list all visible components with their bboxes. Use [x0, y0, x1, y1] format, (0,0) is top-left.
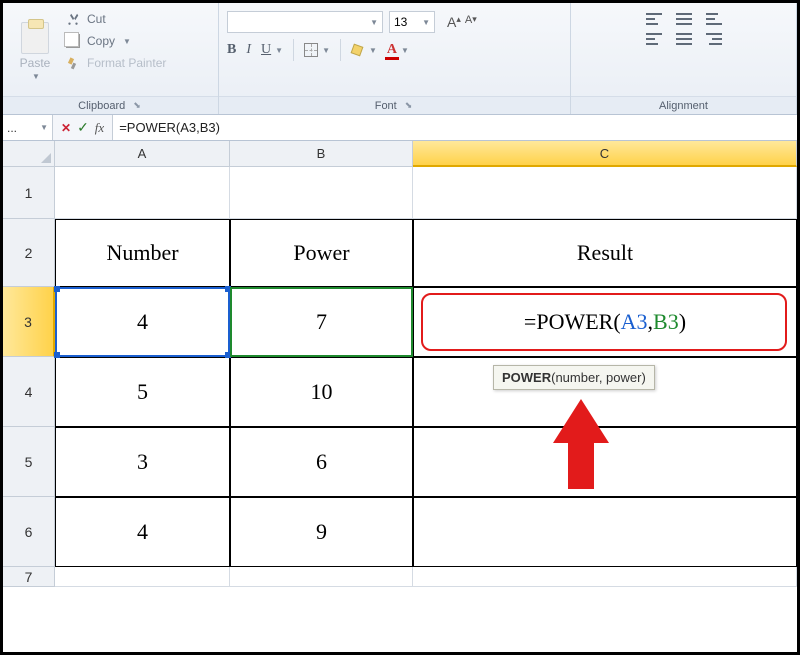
cancel-formula-button[interactable]: ✕: [61, 121, 71, 135]
chevron-down-icon: ▼: [123, 37, 131, 46]
fx-button[interactable]: fx: [95, 120, 104, 136]
name-box[interactable]: ... ▼: [3, 115, 53, 140]
separator: [340, 39, 341, 61]
bucket-icon: [351, 43, 365, 57]
row-header-1[interactable]: 1: [3, 167, 55, 219]
cell-C3[interactable]: =POWER(A3,B3): [413, 287, 797, 357]
annotation-arrow: [553, 399, 609, 489]
border-button[interactable]: ▼: [304, 43, 330, 57]
border-icon: [304, 43, 318, 57]
cell-C7[interactable]: [413, 567, 797, 587]
format-painter-label: Format Painter: [87, 56, 166, 70]
cell-B3[interactable]: 7: [230, 287, 413, 357]
chevron-down-icon: ▼: [32, 72, 40, 81]
chevron-down-icon: ▼: [370, 18, 378, 27]
cell-A6[interactable]: 4: [55, 497, 230, 567]
row-header-3[interactable]: 3: [3, 287, 55, 357]
font-name-select[interactable]: ▼: [227, 11, 383, 33]
cell-C1[interactable]: [413, 167, 797, 219]
group-label-alignment: Alignment: [659, 100, 708, 112]
row-header-7[interactable]: 7: [3, 567, 55, 587]
column-header-B[interactable]: B: [230, 141, 413, 167]
bold-button[interactable]: B: [227, 42, 236, 58]
cell-B4[interactable]: 10: [230, 357, 413, 427]
dialog-launcher-icon[interactable]: ⬊: [403, 100, 415, 111]
scissors-icon: [65, 11, 81, 27]
shrink-font-button[interactable]: A▾: [465, 14, 477, 30]
font-size-value: 13: [394, 15, 407, 29]
ribbon-group-font: ▼ 13 ▼ A▴ A▾ B I U▼ ▼ ▼ A▼: [219, 3, 571, 114]
underline-button[interactable]: U▼: [261, 42, 283, 58]
separator: [293, 39, 294, 61]
group-label-font: Font: [375, 100, 397, 112]
cell-A4[interactable]: 5: [55, 357, 230, 427]
align-middle-button[interactable]: [676, 13, 692, 25]
ribbon-group-clipboard: Paste ▼ Cut Copy ▼ Format Painter: [3, 3, 219, 114]
paste-label: Paste: [20, 56, 51, 70]
cut-button[interactable]: Cut: [65, 11, 166, 27]
brush-icon: [65, 55, 81, 71]
chevron-down-icon: ▼: [40, 123, 48, 132]
chevron-down-icon: ▼: [422, 18, 430, 27]
cell-A2[interactable]: Number: [55, 219, 230, 287]
cell-A7[interactable]: [55, 567, 230, 587]
cell-B1[interactable]: [230, 167, 413, 219]
align-right-button[interactable]: [706, 33, 722, 45]
row-header-5[interactable]: 5: [3, 427, 55, 497]
cell-B7[interactable]: [230, 567, 413, 587]
paste-icon: [21, 22, 49, 54]
formula-bar: ... ▼ ✕ ✓ fx =POWER(A3,B3): [3, 115, 797, 141]
align-left-button[interactable]: [646, 33, 662, 45]
dialog-launcher-icon[interactable]: ⬊: [131, 100, 143, 111]
cell-A1[interactable]: [55, 167, 230, 219]
cell-B6[interactable]: 9: [230, 497, 413, 567]
ribbon-group-alignment: Alignment: [571, 3, 797, 114]
cell-C6[interactable]: [413, 497, 797, 567]
row-header-4[interactable]: 4: [3, 357, 55, 427]
column-header-A[interactable]: A: [55, 141, 230, 167]
group-label-clipboard: Clipboard: [78, 100, 125, 112]
grow-font-button[interactable]: A▴: [447, 14, 461, 30]
cell-A3[interactable]: 4: [55, 287, 230, 357]
cell-B2[interactable]: Power: [230, 219, 413, 287]
font-color-button[interactable]: A▼: [387, 42, 409, 58]
align-top-button[interactable]: [646, 13, 662, 25]
paste-button[interactable]: Paste ▼: [11, 7, 59, 96]
spreadsheet-grid[interactable]: ABC 1234567 NumberPowerResult47=POWER(A3…: [3, 141, 797, 655]
copy-label: Copy: [87, 34, 115, 48]
cut-label: Cut: [87, 12, 106, 26]
ribbon: Paste ▼ Cut Copy ▼ Format Painter: [3, 3, 797, 115]
copy-icon: [65, 33, 81, 49]
cell-C2[interactable]: Result: [413, 219, 797, 287]
align-bottom-button[interactable]: [706, 13, 722, 25]
formula-input[interactable]: =POWER(A3,B3): [113, 115, 797, 140]
italic-button[interactable]: I: [246, 42, 251, 58]
fill-color-button[interactable]: ▼: [351, 43, 377, 57]
column-header-C[interactable]: C: [413, 141, 797, 167]
enter-formula-button[interactable]: ✓: [77, 119, 89, 136]
row-header-6[interactable]: 6: [3, 497, 55, 567]
select-all-corner[interactable]: [3, 141, 55, 167]
format-painter-button[interactable]: Format Painter: [65, 55, 166, 71]
cell-B5[interactable]: 6: [230, 427, 413, 497]
function-tooltip: POWER(number, power): [493, 365, 655, 390]
copy-button[interactable]: Copy ▼: [65, 33, 166, 49]
align-center-button[interactable]: [676, 33, 692, 45]
font-size-select[interactable]: 13 ▼: [389, 11, 435, 33]
cell-A5[interactable]: 3: [55, 427, 230, 497]
row-header-2[interactable]: 2: [3, 219, 55, 287]
